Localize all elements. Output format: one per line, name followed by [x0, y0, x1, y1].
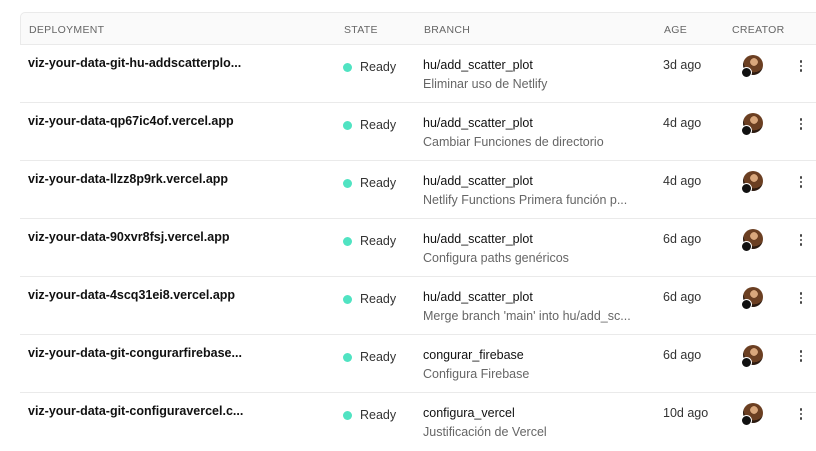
table-row[interactable]: viz-your-data-llzz8p9rk.vercel.app Ready…: [20, 161, 816, 219]
state-cell: Ready: [343, 292, 396, 306]
table-row[interactable]: viz-your-data-4scq31ei8.vercel.app Ready…: [20, 277, 816, 335]
more-options-icon[interactable]: [796, 115, 806, 133]
age-label: 4d ago: [663, 116, 702, 130]
ready-status-dot: [343, 410, 352, 420]
table-row[interactable]: viz-your-data-git-configuravercel.c... R…: [20, 393, 816, 451]
table-header: DEPLOYMENT STATE BRANCH AGE CREATOR: [20, 12, 816, 45]
branch-name[interactable]: hu/add_scatter_plot: [423, 58, 533, 72]
table-row[interactable]: viz-your-data-qp67ic4of.vercel.app Ready…: [20, 103, 816, 161]
table-row[interactable]: viz-your-data-git-congurarfirebase... Re…: [20, 335, 816, 393]
table-row[interactable]: viz-your-data-git-hu-addscatterplo... Re…: [20, 45, 816, 103]
deployments-table: DEPLOYMENT STATE BRANCH AGE CREATOR viz-…: [20, 12, 816, 451]
more-options-icon[interactable]: [796, 57, 806, 75]
state-cell: Ready: [343, 60, 396, 74]
more-options-icon[interactable]: [796, 405, 806, 423]
age-label: 6d ago: [663, 348, 702, 362]
branch-name[interactable]: hu/add_scatter_plot: [423, 116, 533, 130]
commit-message[interactable]: Eliminar uso de Netlify: [423, 77, 547, 91]
ready-status-dot: [343, 120, 352, 130]
deployment-link[interactable]: viz-your-data-git-congurarfirebase...: [28, 346, 242, 360]
age-label: 3d ago: [663, 58, 702, 72]
ready-status-dot: [343, 178, 352, 188]
github-icon: [741, 415, 752, 426]
ready-status-dot: [343, 352, 352, 362]
age-label: 10d ago: [663, 406, 709, 420]
state-label: Ready: [360, 350, 397, 364]
table-row[interactable]: viz-your-data-90xvr8fsj.vercel.app Ready…: [20, 219, 816, 277]
more-options-icon[interactable]: [796, 289, 806, 307]
commit-message[interactable]: Configura Firebase: [423, 367, 529, 381]
more-options-icon[interactable]: [796, 347, 806, 365]
state-cell: Ready: [343, 234, 396, 248]
creator-cell[interactable]: [741, 403, 767, 429]
commit-message[interactable]: Netlify Functions Primera función p...: [423, 193, 627, 207]
creator-cell[interactable]: [741, 171, 767, 197]
creator-cell[interactable]: [741, 287, 767, 313]
deployment-link[interactable]: viz-your-data-4scq31ei8.vercel.app: [28, 288, 235, 302]
state-label: Ready: [360, 60, 397, 74]
github-icon: [741, 357, 752, 368]
age-label: 6d ago: [663, 232, 702, 246]
branch-name[interactable]: congurar_firebase: [423, 348, 524, 362]
creator-cell[interactable]: [741, 55, 767, 81]
ready-status-dot: [343, 236, 352, 246]
branch-name[interactable]: configura_vercel: [423, 406, 515, 420]
age-label: 4d ago: [663, 174, 702, 188]
state-label: Ready: [360, 408, 397, 422]
creator-cell[interactable]: [741, 113, 767, 139]
ready-status-dot: [343, 62, 352, 72]
age-label: 6d ago: [663, 290, 702, 304]
state-label: Ready: [360, 292, 397, 306]
branch-name[interactable]: hu/add_scatter_plot: [423, 174, 533, 188]
deployment-link[interactable]: viz-your-data-git-configuravercel.c...: [28, 404, 243, 418]
github-icon: [741, 241, 752, 252]
state-label: Ready: [360, 176, 397, 190]
commit-message[interactable]: Justificación de Vercel: [423, 425, 547, 439]
github-icon: [741, 125, 752, 136]
table-body: viz-your-data-git-hu-addscatterplo... Re…: [20, 45, 816, 451]
branch-name[interactable]: hu/add_scatter_plot: [423, 232, 533, 246]
column-header-branch: BRANCH: [424, 24, 471, 36]
deployment-link[interactable]: viz-your-data-llzz8p9rk.vercel.app: [28, 172, 228, 186]
commit-message[interactable]: Cambiar Funciones de directorio: [423, 135, 604, 149]
column-header-age: AGE: [664, 24, 688, 36]
state-label: Ready: [360, 234, 397, 248]
state-cell: Ready: [343, 408, 396, 422]
deployment-link[interactable]: viz-your-data-90xvr8fsj.vercel.app: [28, 230, 229, 244]
state-cell: Ready: [343, 118, 396, 132]
branch-name[interactable]: hu/add_scatter_plot: [423, 290, 533, 304]
ready-status-dot: [343, 294, 352, 304]
creator-cell[interactable]: [741, 345, 767, 371]
commit-message[interactable]: Merge branch 'main' into hu/add_sc...: [423, 309, 631, 323]
commit-message[interactable]: Configura paths genéricos: [423, 251, 569, 265]
state-cell: Ready: [343, 176, 396, 190]
column-header-creator: CREATOR: [732, 24, 785, 36]
github-icon: [741, 299, 752, 310]
deployment-link[interactable]: viz-your-data-git-hu-addscatterplo...: [28, 56, 241, 70]
creator-cell[interactable]: [741, 229, 767, 255]
github-icon: [741, 67, 752, 78]
state-label: Ready: [360, 118, 397, 132]
state-cell: Ready: [343, 350, 396, 364]
more-options-icon[interactable]: [796, 231, 806, 249]
column-header-state: STATE: [344, 24, 378, 36]
column-header-deployment: DEPLOYMENT: [29, 24, 105, 36]
more-options-icon[interactable]: [796, 173, 806, 191]
github-icon: [741, 183, 752, 194]
deployment-link[interactable]: viz-your-data-qp67ic4of.vercel.app: [28, 114, 234, 128]
